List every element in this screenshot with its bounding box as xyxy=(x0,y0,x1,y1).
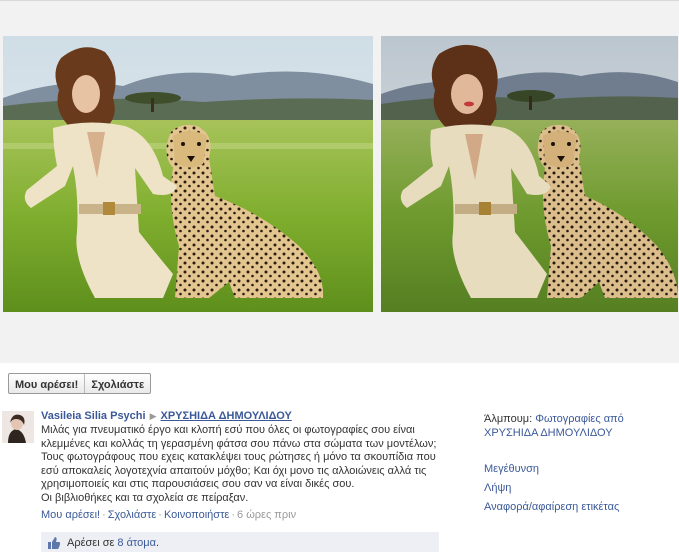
photo-original-image xyxy=(3,36,373,312)
photo-options: Μεγέθυνση Λήψη Αναφορά/αφαίρεση ετικέτας xyxy=(484,462,679,514)
likes-prefix: Αρέσει σε xyxy=(67,536,115,549)
avatar[interactable] xyxy=(2,411,34,443)
likes-count-link[interactable]: 8 άτομα xyxy=(117,537,156,549)
enlarge-link[interactable]: Μεγέθυνση xyxy=(484,462,679,476)
download-link[interactable]: Λήψη xyxy=(484,481,679,495)
arrow-right-icon: ▶ xyxy=(149,411,157,421)
comment-share-link[interactable]: Κοινοποιήστε xyxy=(164,509,229,521)
likes-bar: Αρέσει σε 8 άτομα. xyxy=(41,532,439,552)
comment-text-line: Μιλάς για πνευματικό έργο και κλοπή εσύ … xyxy=(41,424,437,490)
comment-button[interactable]: Σχολιάστε xyxy=(84,374,150,393)
comment-body: Vasileia Silia Psychi ▶ ΧΡΥΣΗΙΔΑ ΔΗΜΟΥΛΙΔΟ… xyxy=(41,409,441,522)
album-info: Άλμπουμ: Φωτογραφίες από ΧΡΥΣΗΙΔΑ ΔΗΜΟΥΛ… xyxy=(484,412,679,440)
album-label: Άλμπουμ: xyxy=(484,413,533,425)
separator-dot: · xyxy=(231,509,236,521)
photo-original[interactable] xyxy=(3,36,373,312)
comment-target-link[interactable]: ΧΡΥΣΗΙΔΑ ΔΗΜΟΥΛΙΔΟΥ xyxy=(161,410,292,422)
avatar-image xyxy=(2,411,34,443)
photo-stage xyxy=(0,0,679,363)
comment-meta: Μου αρέσει! · Σχολιάστε · Κοινοποιήστε · 6 ώρε… xyxy=(41,508,441,522)
photo-sidebar: Άλμπουμ: Φωτογραφίες από ΧΡΥΣΗΙΔΑ ΔΗΜΟΥΛ… xyxy=(484,412,679,519)
thumbs-up-icon xyxy=(47,536,61,550)
photo-retouched-image xyxy=(381,36,678,312)
separator-dot: · xyxy=(158,509,162,521)
comment-text-line: Οι βιβλιοθήκες και τα σχολεία σε πείραξα… xyxy=(41,491,249,504)
likes-suffix: . xyxy=(155,536,159,549)
report-remove-tag-link[interactable]: Αναφορά/αφαίρεση ετικέτας xyxy=(484,500,679,514)
separator-dot: · xyxy=(102,509,106,521)
like-button[interactable]: Μου αρέσει! xyxy=(9,374,84,393)
comment-author-link[interactable]: Vasileia Silia Psychi xyxy=(41,410,146,422)
comment-like-link[interactable]: Μου αρέσει! xyxy=(41,509,100,521)
comment-timestamp: 6 ώρες πριν xyxy=(237,509,297,521)
comment-reply-link[interactable]: Σχολιάστε xyxy=(108,509,157,521)
photo-retouched[interactable] xyxy=(381,36,678,312)
photo-actions: Μου αρέσει! Σχολιάστε xyxy=(8,373,152,394)
comment-header: Vasileia Silia Psychi ▶ ΧΡΥΣΗΙΔΑ ΔΗΜΟΥΛΙΔΟ… xyxy=(41,409,441,423)
comment-text: Μιλάς για πνευματικό έργο και κλοπή εσύ … xyxy=(41,424,441,505)
